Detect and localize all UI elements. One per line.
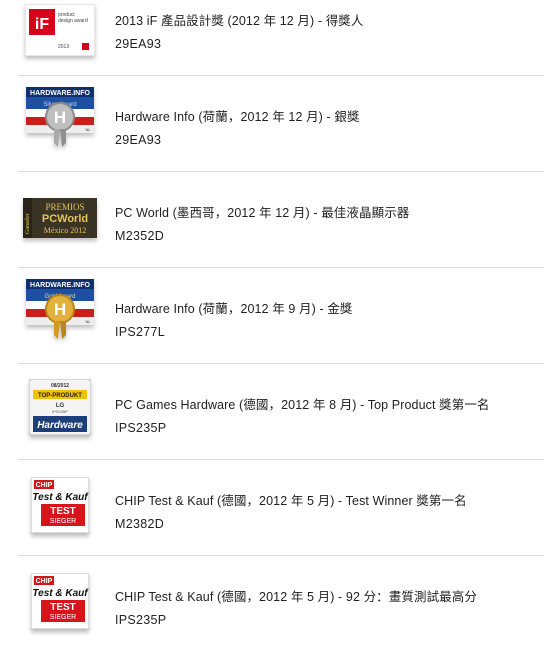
award-item-if: iF product design award 2013 2013 iF 產品設… <box>0 0 544 76</box>
pcgames-top-product-badge-icon: 08/2012 TOP-PRODUKT LG IPS235P Hardware <box>22 378 98 438</box>
chip-line3: SIEGER <box>50 518 76 525</box>
chip-line2: TEST <box>50 506 76 517</box>
award-item-hardware-info-silver: HARDWARE.INFO Silver Award NL H Hardware… <box>0 76 544 172</box>
chip-line1: Test & Kauf <box>32 588 89 599</box>
award-item-chip-test-winner: CHIP Test & Kauf TEST SIEGER CHIP Test &… <box>0 460 544 556</box>
pcgh-logo: Hardware <box>37 420 83 431</box>
chip-line1: Test & Kauf <box>32 492 89 503</box>
chip-test-sieger-badge-icon: CHIP Test & Kauf TEST SIEGER <box>22 572 98 632</box>
award-title: CHIP Test & Kauf (德國，2012 年 5 月) - 92 分：… <box>115 590 477 604</box>
hwinfo-country: NL <box>85 127 91 132</box>
award-model: M2352D <box>115 229 165 243</box>
award-title: PC Games Hardware (德國，2012 年 8 月) - Top … <box>115 398 490 412</box>
hwinfo-country: NL <box>85 319 91 324</box>
award-title: Hardware Info (荷蘭，2012 年 12 月) - 銀獎 <box>115 110 360 124</box>
pcgh-date: 08/2012 <box>51 383 69 389</box>
pcworld-side: Ganador <box>25 213 31 234</box>
pcgh-ribbon: TOP-PRODUKT <box>38 393 82 399</box>
award-title: Hardware Info (荷蘭，2012 年 9 月) - 金獎 <box>115 302 353 316</box>
chip-line3: SIEGER <box>50 614 76 621</box>
award-title: PC World (墨西哥，2012 年 12 月) - 最佳液晶顯示器 <box>115 206 410 220</box>
award-item-hardware-info-gold: HARDWARE.INFO Gold Award NL H Hardware I… <box>0 268 544 364</box>
award-item-chip-92-points: CHIP Test & Kauf TEST SIEGER CHIP Test &… <box>0 556 544 652</box>
pcworld-premios-badge-icon: Ganador PREMIOS PCWorld México 2012 <box>22 190 98 250</box>
award-model: IPS277L <box>115 325 166 339</box>
pcgh-model: IPS235P <box>52 409 68 414</box>
pcworld-line2: PCWorld <box>42 213 88 225</box>
award-model: 29EA93 <box>115 37 162 51</box>
hwinfo-letter: H <box>54 108 66 127</box>
if-year: 2013 <box>58 44 69 50</box>
hardware-info-gold-badge-icon: HARDWARE.INFO Gold Award NL H <box>22 279 98 340</box>
hardware-info-silver-badge-icon: HARDWARE.INFO Silver Award NL H <box>22 87 98 148</box>
hwinfo-brand: HARDWARE.INFO <box>30 90 90 97</box>
award-title: 2013 iF 產品設計獎 (2012 年 12 月) - 得獎人 <box>115 14 364 28</box>
pcworld-line1: PREMIOS <box>45 202 84 212</box>
award-title: CHIP Test & Kauf (德國，2012 年 5 月) - Test … <box>115 494 467 508</box>
award-item-pcworld: Ganador PREMIOS PCWorld México 2012 PC W… <box>0 172 544 268</box>
award-model: IPS235P <box>115 613 167 627</box>
chip-test-sieger-badge-icon: CHIP Test & Kauf TEST SIEGER <box>22 476 98 536</box>
if-award-badge-icon: iF product design award 2013 <box>22 0 98 60</box>
chip-logo: CHIP <box>36 578 53 585</box>
if-logo-text: iF <box>35 16 49 33</box>
chip-logo: CHIP <box>36 482 53 489</box>
award-model: 29EA93 <box>115 133 162 147</box>
award-item-pcgames-hardware: 08/2012 TOP-PRODUKT LG IPS235P Hardware … <box>0 364 544 460</box>
if-line2: design award <box>58 18 88 24</box>
hwinfo-brand: HARDWARE.INFO <box>30 282 90 289</box>
chip-line2: TEST <box>50 602 76 613</box>
hwinfo-letter: H <box>54 300 66 319</box>
pcworld-line3: México 2012 <box>44 226 86 235</box>
award-model: M2382D <box>115 517 165 531</box>
award-model: IPS235P <box>115 421 167 435</box>
